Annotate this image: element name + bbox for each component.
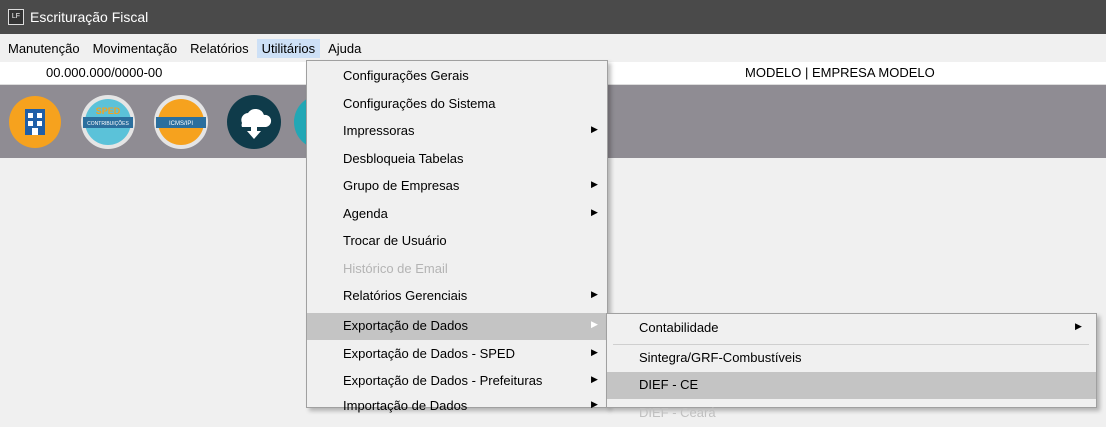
menu-item-grupo-empresas[interactable]: Grupo de Empresas ▶: [307, 173, 607, 200]
menu-item-exportacao-dados[interactable]: Exportação de Dados ▶: [307, 313, 607, 340]
menu-item-configuracoes-sistema[interactable]: Configurações do Sistema: [307, 91, 607, 118]
menu-bar: Manutenção Movimentação Relatórios Utili…: [0, 37, 1106, 59]
chevron-right-icon: ▶: [591, 124, 598, 134]
cnpj-text: 00.000.000/0000-00: [46, 65, 163, 80]
menu-item-agenda[interactable]: Agenda ▶: [307, 201, 607, 228]
menu-item-label: Grupo de Empresas: [343, 178, 460, 193]
menu-relatorios[interactable]: Relatórios: [185, 39, 254, 58]
submenu-item-label: DIEF - Ceará: [639, 405, 716, 420]
submenu-item-contabilidade[interactable]: Contabilidade ▶: [607, 315, 1096, 342]
partial-icon[interactable]: [292, 93, 306, 151]
menu-item-label: Desbloqueia Tabelas: [343, 151, 464, 166]
app-icon: LF: [8, 9, 24, 25]
cloud-download-icon[interactable]: [225, 93, 283, 151]
menu-item-trocar-usuario[interactable]: Trocar de Usuário: [307, 228, 607, 255]
chevron-right-icon: ▶: [591, 289, 598, 299]
submenu-item-sintegra[interactable]: Sintegra/GRF-Combustíveis: [607, 345, 1096, 372]
exportacao-submenu: Contabilidade ▶ Sintegra/GRF-Combustívei…: [606, 313, 1097, 420]
menu-item-label: Agenda: [343, 206, 388, 221]
menu-item-importacao-dados[interactable]: Importação de Dados ▶: [307, 393, 607, 420]
utilitarios-dropdown: Configurações Gerais Configurações do Si…: [306, 60, 608, 413]
submenu-item-label: Contabilidade: [639, 320, 719, 335]
menu-item-label: Configurações Gerais: [343, 68, 469, 83]
chevron-right-icon: ▶: [591, 207, 598, 217]
menu-item-label: Impressoras: [343, 123, 415, 138]
sped-contribuicoes-icon[interactable]: SPED CONTRIBUIÇÕES: [79, 93, 137, 151]
menu-item-label: Exportação de Dados - SPED: [343, 346, 515, 361]
icms-ipi-label: ICMS/IPI: [169, 121, 193, 127]
title-bar: LF Escrituração Fiscal: [0, 0, 1106, 34]
sped-label: SPED: [96, 106, 121, 116]
menu-item-label: Exportação de Dados - Prefeituras: [343, 373, 543, 388]
submenu-item-dief-ceara: DIEF - Ceará: [607, 400, 1096, 427]
menu-item-configuracoes-gerais[interactable]: Configurações Gerais: [307, 63, 607, 90]
menu-item-label: Trocar de Usuário: [343, 233, 447, 248]
menu-movimentacao[interactable]: Movimentação: [88, 39, 183, 58]
chevron-right-icon: ▶: [591, 399, 598, 409]
menu-item-exportacao-sped[interactable]: Exportação de Dados - SPED ▶: [307, 341, 607, 368]
company-name: MODELO | EMPRESA MODELO: [745, 65, 935, 80]
building-icon[interactable]: [6, 93, 64, 151]
chevron-right-icon: ▶: [591, 374, 598, 384]
submenu-item-dief-ce[interactable]: DIEF - CE: [607, 372, 1096, 399]
menu-item-label: Configurações do Sistema: [343, 96, 496, 111]
menu-item-relatorios-gerenciais[interactable]: Relatórios Gerenciais ▶: [307, 283, 607, 310]
menu-item-label: Relatórios Gerenciais: [343, 288, 468, 303]
window-title: Escrituração Fiscal: [30, 9, 149, 25]
menu-manutencao[interactable]: Manutenção: [3, 39, 85, 58]
menu-item-exportacao-prefeituras[interactable]: Exportação de Dados - Prefeituras ▶: [307, 368, 607, 395]
menu-item-desbloqueia-tabelas[interactable]: Desbloqueia Tabelas: [307, 146, 607, 173]
menu-item-impressoras[interactable]: Impressoras ▶: [307, 118, 607, 145]
menu-item-label: Histórico de Email: [343, 261, 448, 276]
sped-sublabel: CONTRIBUIÇÕES: [87, 120, 129, 127]
chevron-right-icon: ▶: [1075, 321, 1082, 331]
menu-ajuda[interactable]: Ajuda: [323, 39, 366, 58]
chevron-right-icon: ▶: [591, 347, 598, 357]
menu-utilitarios[interactable]: Utilitários: [256, 38, 321, 58]
chevron-right-icon: ▶: [591, 179, 598, 189]
chevron-right-icon: ▶: [591, 319, 598, 329]
submenu-item-label: DIEF - CE: [639, 377, 699, 392]
menu-item-historico-email: Histórico de Email: [307, 256, 607, 283]
submenu-item-label: Sintegra/GRF-Combustíveis: [639, 350, 802, 365]
menu-item-label: Exportação de Dados: [343, 318, 469, 333]
icms-ipi-icon[interactable]: ICMS/IPI: [152, 93, 210, 151]
